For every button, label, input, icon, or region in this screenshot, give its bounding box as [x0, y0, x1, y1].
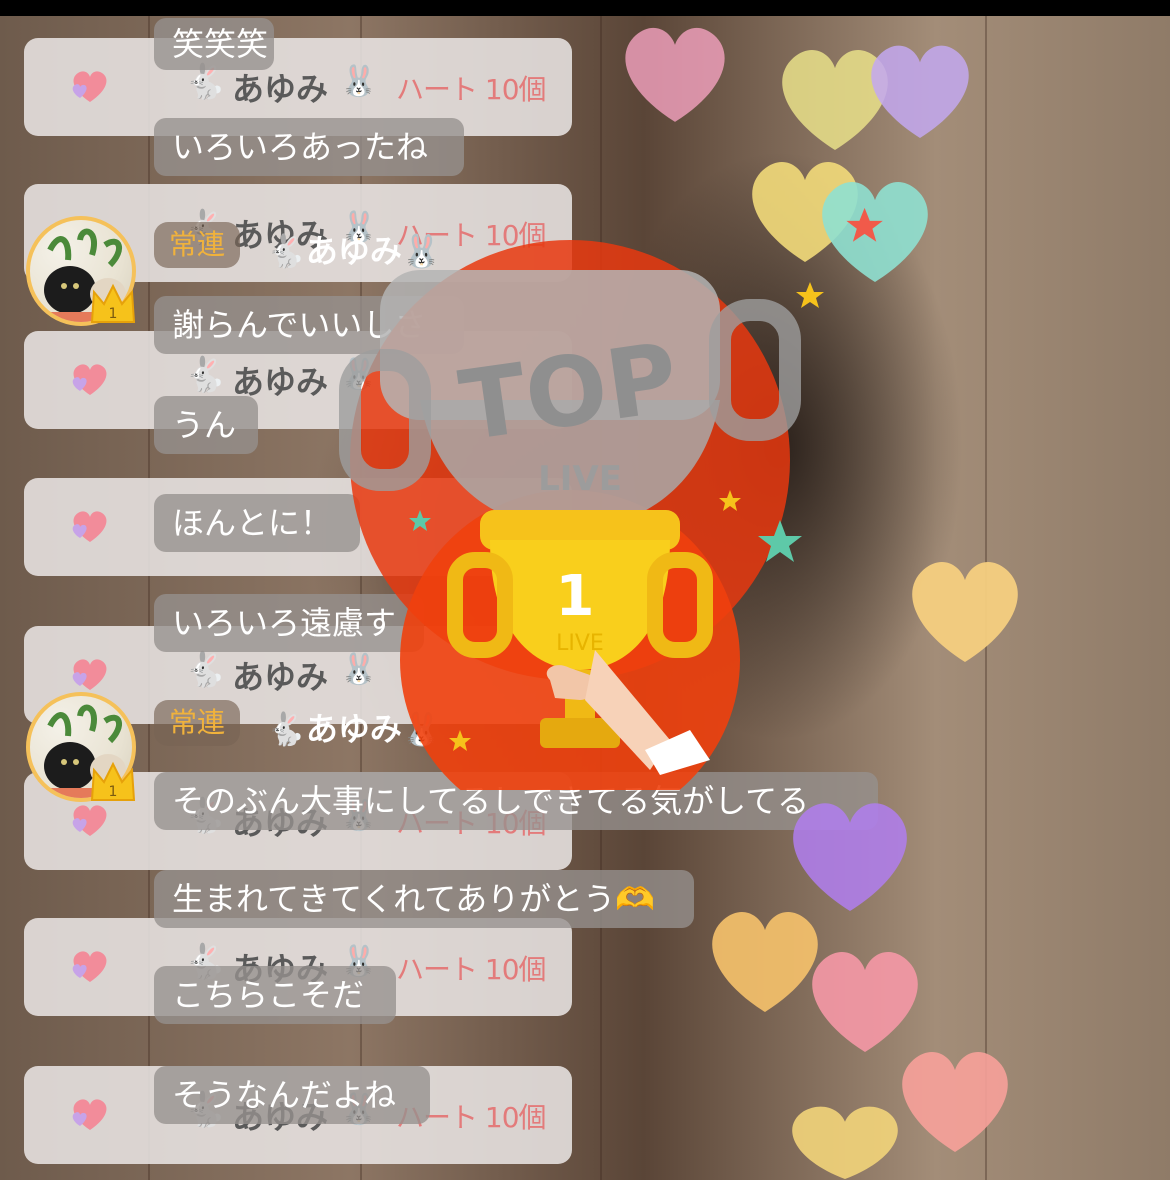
gift-sender-name: あゆみ	[232, 70, 329, 108]
top-live-trophy-effect: TOP LIVE 1 LIVE	[339, 240, 824, 790]
trophy-live-text: LIVE	[538, 459, 622, 499]
gift-description: ハート 10個	[396, 73, 547, 106]
floating-heart-icon	[625, 27, 725, 122]
live-stream-screen: 🐇 あゆみ 🐰 ハート 10個 🐇 あゆみ 🐰 ハート 10個 🐇 あゆみ 🐰 …	[0, 0, 1170, 1180]
regular-badge: 常連	[154, 700, 240, 746]
rabbit-emoji: 🐰	[340, 64, 378, 99]
rabbit-icon: 🐇	[184, 650, 227, 690]
heart-gift-icon	[72, 951, 107, 982]
crown-rank-icon: 1	[90, 761, 136, 801]
rank-number: 1	[109, 306, 118, 322]
comment-bubble: こちらこそだ	[154, 966, 396, 1024]
heart-gift-icon	[72, 659, 107, 690]
comment-bubble: 生まれてきてくれてありがとう🫶	[154, 870, 694, 928]
heart-gift-icon	[72, 364, 107, 395]
comment-bubble: いろいろあったね	[154, 118, 464, 176]
heart-gift-icon	[72, 1099, 107, 1130]
comment-bubble: 笑笑笑	[154, 18, 274, 70]
comment-bubble: うん	[154, 396, 258, 454]
floating-heart-icon	[871, 45, 969, 139]
heart-gift-icon	[72, 805, 107, 836]
rank-number: 1	[109, 784, 118, 800]
heart-gift-icon	[72, 511, 107, 542]
floating-heart-icon	[792, 1106, 898, 1179]
crown-rank-icon: 1	[90, 283, 136, 323]
heart-gift-icon	[72, 71, 107, 102]
rabbit-icon: 🐇	[184, 355, 227, 395]
regular-badge: 常連	[154, 222, 240, 268]
trophy-rank-number: 1	[556, 564, 595, 629]
status-bar	[0, 0, 1170, 16]
gift-description: ハート 10個	[396, 953, 547, 986]
comment-bubble: そうなんだよね	[154, 1066, 430, 1124]
